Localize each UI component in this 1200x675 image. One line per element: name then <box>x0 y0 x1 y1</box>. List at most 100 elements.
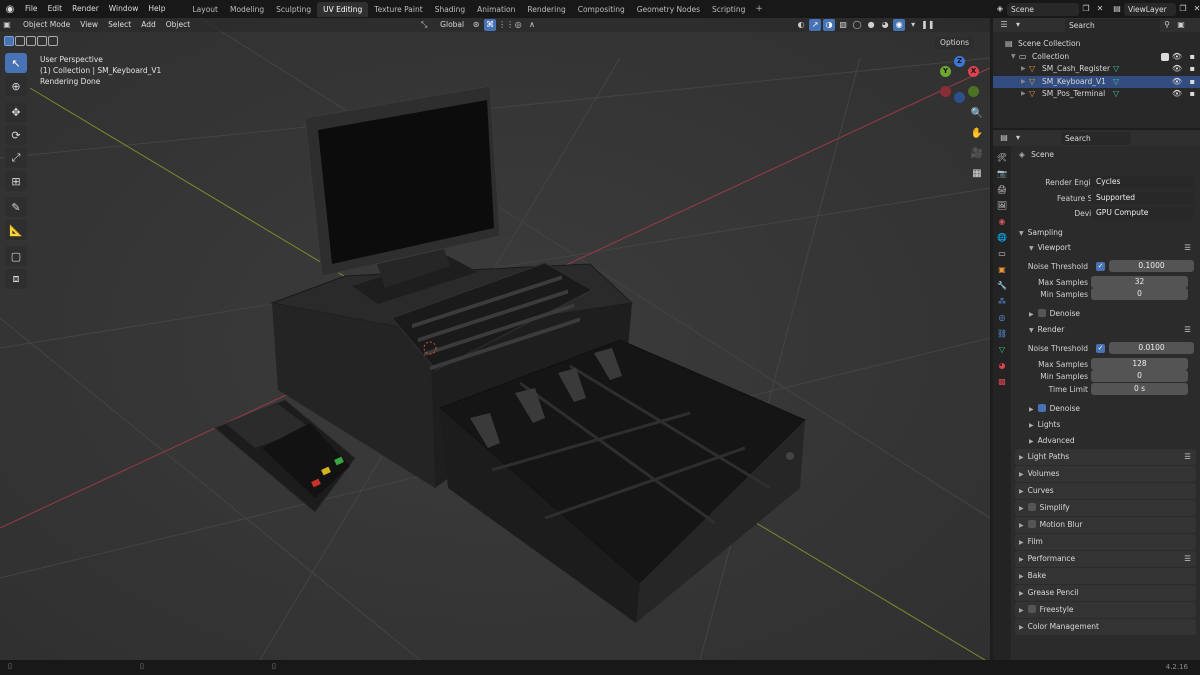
add-workspace-icon[interactable]: + <box>751 4 767 14</box>
menu-view[interactable]: View <box>75 18 103 32</box>
pause-render-icon[interactable]: ❚❚ <box>921 19 934 31</box>
falloff-icon[interactable]: ∧ <box>526 19 538 31</box>
viewport-subpanel-header[interactable]: ▼ Viewport ☰ <box>1025 240 1196 256</box>
add-cube-tool-icon[interactable]: ▢ <box>5 246 27 266</box>
camera-view-icon[interactable]: 🎥 <box>970 148 984 164</box>
presets-list-icon[interactable]: ☰ <box>1184 551 1191 567</box>
motion-blur-checkbox[interactable] <box>1027 520 1036 528</box>
editor-dropdown-icon[interactable]: ▾ <box>1012 132 1024 144</box>
view-layer-tab-icon[interactable]: 🖼 <box>993 198 1011 214</box>
tab-texture-paint[interactable]: Texture Paint <box>368 2 428 17</box>
tab-layout[interactable]: Layout <box>186 2 224 17</box>
select-extend-icon[interactable] <box>15 36 25 46</box>
outliner-item-cash-register[interactable]: ▶ ▽ SM_Cash_Register ▽ 👁 ▪ <box>993 63 1200 76</box>
render-engine-dropdown[interactable]: Cycles <box>1091 176 1194 188</box>
render-tab-icon[interactable]: 📷 <box>993 166 1011 182</box>
data-tab-icon[interactable]: ▽ <box>993 342 1011 358</box>
gizmo-neg-y-axis[interactable] <box>968 86 979 97</box>
scene-delete-icon[interactable]: ✕ <box>1094 3 1106 15</box>
tab-scripting[interactable]: Scripting <box>706 2 751 17</box>
particles-tab-icon[interactable]: ⁂ <box>993 294 1011 310</box>
constraints-tab-icon[interactable]: ⛓ <box>993 326 1011 342</box>
gizmo-neg-x-axis[interactable] <box>940 86 951 97</box>
render-min-samples-field[interactable]: 0 <box>1091 370 1188 382</box>
measure-tool-icon[interactable]: 📐 <box>5 220 27 240</box>
navigation-gizmo[interactable]: Z X Y <box>938 56 982 104</box>
tab-compositing[interactable]: Compositing <box>572 2 631 17</box>
display-mode-icon[interactable]: ▾ <box>1012 19 1024 31</box>
select-invert-icon[interactable] <box>37 36 47 46</box>
presets-list-icon[interactable]: ☰ <box>1184 449 1191 465</box>
viewport-min-samples-field[interactable]: 0 <box>1091 288 1188 300</box>
snap-target-icon[interactable]: ⋮⋮ <box>498 19 514 31</box>
proportional-edit-icon[interactable]: ◎ <box>512 19 524 31</box>
properties-search-input[interactable]: Search <box>1061 131 1131 145</box>
select-box-tool-icon[interactable]: ↖ <box>5 53 27 73</box>
add-object-tool-icon[interactable]: ⧈ <box>5 269 27 289</box>
tab-shading[interactable]: Shading <box>429 2 471 17</box>
exclude-checkbox[interactable] <box>1161 52 1169 61</box>
tool-tab-icon[interactable]: 🛠 <box>993 150 1011 166</box>
mode-dropdown[interactable]: Object Mode <box>18 19 76 31</box>
wireframe-shading-icon[interactable]: ◯ <box>851 19 863 31</box>
menu-render[interactable]: Render <box>67 0 104 18</box>
physics-tab-icon[interactable]: ◎ <box>993 310 1011 326</box>
menu-edit[interactable]: Edit <box>43 0 68 18</box>
render-subpanel-header[interactable]: ▼ Render ☰ <box>1025 322 1196 338</box>
view-layer-field[interactable]: ViewLayer <box>1124 2 1176 16</box>
options-dropdown[interactable]: Options <box>935 37 974 49</box>
presets-list-icon[interactable]: ☰ <box>1184 322 1191 338</box>
menu-add[interactable]: Add <box>136 18 161 32</box>
gizmo-toggle-icon[interactable]: ↗ <box>809 19 822 31</box>
transform-orientation-icon[interactable]: ⤡ <box>418 19 430 31</box>
pivot-icon[interactable]: ⊛ <box>470 19 482 31</box>
output-tab-icon[interactable]: 🖨 <box>993 182 1011 198</box>
view-layer-copy-icon[interactable]: ❐ <box>1177 3 1189 15</box>
overlay-toggle-icon[interactable]: ◑ <box>823 19 836 31</box>
gizmo-neg-z-axis[interactable] <box>954 92 965 103</box>
simplify-checkbox[interactable] <box>1027 503 1036 511</box>
zoom-icon[interactable]: 🔍 <box>970 108 984 124</box>
menu-file[interactable]: File <box>20 0 43 18</box>
menu-help[interactable]: Help <box>143 0 170 18</box>
select-subtract-icon[interactable] <box>26 36 36 46</box>
object-visibility-icon[interactable]: 👁 <box>1172 88 1182 101</box>
gizmo-y-axis[interactable]: Y <box>940 66 951 77</box>
shading-options-icon[interactable]: ▾ <box>907 19 919 31</box>
scene-collection-row[interactable]: ▤ Scene Collection <box>993 38 1200 51</box>
collection-visibility-icon[interactable]: 👁 <box>1172 51 1182 64</box>
film-panel[interactable]: ▶ Film <box>1015 534 1196 550</box>
freestyle-checkbox[interactable] <box>1027 605 1036 613</box>
scene-copy-icon[interactable]: ❐ <box>1080 3 1092 15</box>
denoise-checkbox[interactable] <box>1037 404 1046 412</box>
object-visibility-icon[interactable]: 👁 <box>1172 76 1182 89</box>
viewport-max-samples-field[interactable]: 32 <box>1091 276 1188 288</box>
time-limit-field[interactable]: 0 s <box>1091 383 1188 395</box>
tab-uv-editing[interactable]: UV Editing <box>317 1 369 17</box>
viewport-denoise-subpanel[interactable]: ▶ Denoise <box>1025 306 1196 322</box>
xray-icon[interactable]: ▧ <box>837 19 849 31</box>
simplify-panel[interactable]: ▶ Simplify <box>1015 500 1196 516</box>
filter-icon[interactable]: ⚲ <box>1161 19 1173 31</box>
object-visibility-icon[interactable]: 👁 <box>1172 63 1182 76</box>
scale-tool-icon[interactable]: ⤢ <box>5 148 27 168</box>
advanced-subpanel[interactable]: ▶ Advanced <box>1025 433 1196 449</box>
menu-window[interactable]: Window <box>104 0 144 18</box>
object-render-icon[interactable]: ▪ <box>1190 63 1195 76</box>
3d-viewport[interactable]: ▣ Object Mode View Select Add Object ⤡ G… <box>0 18 990 660</box>
freestyle-panel[interactable]: ▶ Freestyle <box>1015 602 1196 618</box>
menu-object[interactable]: Object <box>161 18 195 32</box>
tab-sculpting[interactable]: Sculpting <box>270 2 317 17</box>
color-management-panel[interactable]: ▶ Color Management <box>1015 619 1196 635</box>
outliner-item-keyboard[interactable]: ▶ ▽ SM_Keyboard_V1 ▽ 👁 ▪ <box>993 75 1200 89</box>
object-render-icon[interactable]: ▪ <box>1190 88 1195 101</box>
noise-threshold-checkbox[interactable]: ✓ <box>1096 344 1105 353</box>
tab-rendering[interactable]: Rendering <box>521 2 571 17</box>
view-layer-icon[interactable]: ▤ <box>1111 3 1123 15</box>
bake-panel[interactable]: ▶ Bake <box>1015 568 1196 584</box>
cursor-tool-icon[interactable]: ⊕ <box>5 76 27 96</box>
scene-name-field[interactable]: Scene <box>1007 2 1079 16</box>
outliner-search-input[interactable]: Search <box>1065 18 1160 32</box>
sampling-panel-header[interactable]: ▼ Sampling <box>1015 225 1196 241</box>
world-tab-icon[interactable]: 🌐 <box>993 230 1011 246</box>
